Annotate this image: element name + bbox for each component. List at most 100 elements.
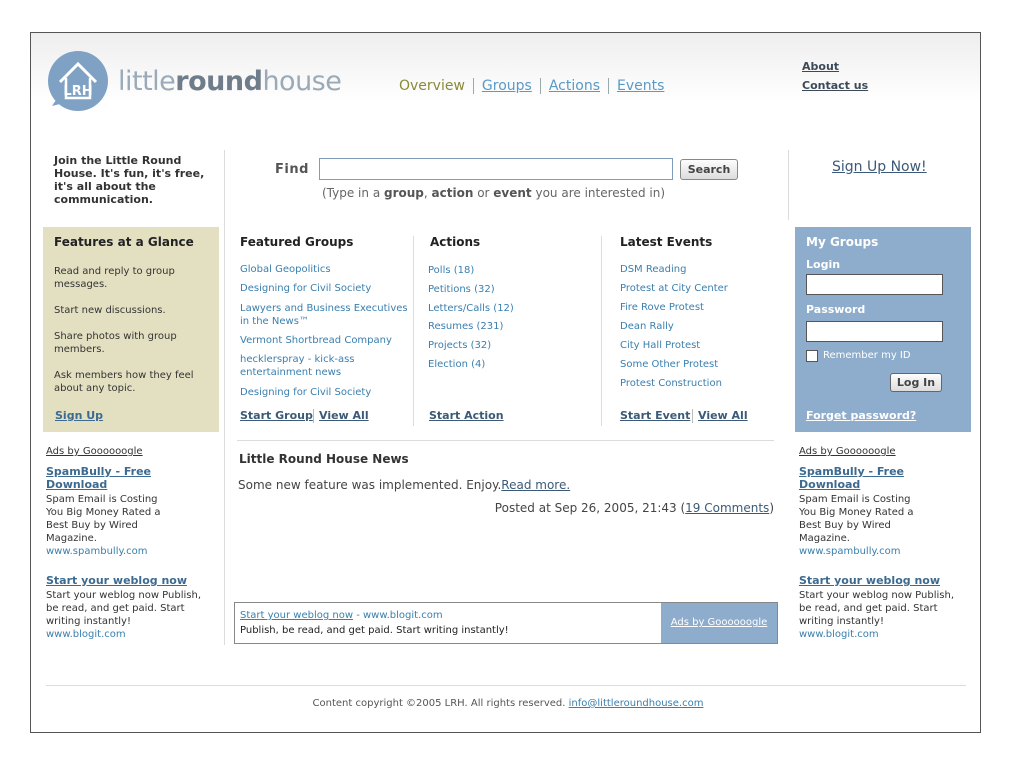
divider <box>237 440 774 441</box>
news-title: Little Round House News <box>239 452 409 466</box>
password-input[interactable] <box>806 321 943 342</box>
start-group-link[interactable]: Start Group <box>240 409 313 422</box>
start-action-link[interactable]: Start Action <box>429 409 504 422</box>
login-input[interactable] <box>806 274 943 295</box>
news-text: Some new feature was implemented. Enjoy. <box>238 478 502 492</box>
col-divider-1 <box>413 236 414 426</box>
ad-text: Spam Email is Costing You Big Money Rate… <box>799 494 914 544</box>
left-side-ads: Ads by Goooooogle SpamBully - Free Downl… <box>46 445 216 641</box>
search-input[interactable] <box>319 158 673 180</box>
nav-actions[interactable]: Actions <box>539 78 608 94</box>
ad-title-link[interactable]: SpamBully - Free Download <box>799 465 919 491</box>
action-link[interactable]: Petitions (32) <box>428 283 495 296</box>
nav-overview[interactable]: Overview <box>399 78 473 94</box>
ad-url-link[interactable]: www.spambully.com <box>46 545 216 558</box>
about-link[interactable]: About <box>802 57 868 76</box>
logo-text-house: house <box>262 66 342 97</box>
view-all-events-link[interactable]: View All <box>698 409 748 422</box>
features-sign-up-link[interactable]: Sign Up <box>55 409 103 422</box>
password-label: Password <box>806 303 866 316</box>
find-label: Find <box>275 162 309 177</box>
event-link[interactable]: Protest Construction <box>620 377 722 390</box>
features-title: Features at a Glance <box>54 235 194 249</box>
ad-url-link[interactable]: www.blogit.com <box>46 628 216 641</box>
logo-icon[interactable]: LRH <box>46 50 110 114</box>
forgot-password-link[interactable]: Forget password? <box>806 409 916 422</box>
contact-email-link[interactable]: info@littleroundhouse.com <box>569 698 704 709</box>
actions-title: Actions <box>430 235 481 249</box>
logo-wordmark[interactable]: littleroundhouse <box>118 66 342 97</box>
my-groups-login-box: My Groups Login Password Remember my ID … <box>795 227 971 432</box>
action-link[interactable]: Election (4) <box>428 358 485 371</box>
feature-item: Share photos with group members. <box>54 331 177 355</box>
news-meta: Posted at Sep 26, 2005, 21:43 (19 Commen… <box>494 501 774 515</box>
ad-url-link[interactable]: www.blogit.com <box>799 628 969 641</box>
action-link[interactable]: Resumes (231) <box>428 320 503 333</box>
right-side-ads: Ads by Goooooogle SpamBully - Free Downl… <box>799 445 969 641</box>
group-link[interactable]: Global Geopolitics <box>240 263 410 276</box>
copyright-text: Content copyright ©2005 LRH. All rights … <box>312 698 569 709</box>
posted-timestamp: Posted at Sep 26, 2005, 21:43 ( <box>494 501 686 515</box>
event-link[interactable]: Dean Rally <box>620 320 674 333</box>
ad-title-link[interactable]: Start your weblog now <box>46 574 216 587</box>
my-groups-title: My Groups <box>806 235 879 249</box>
action-link[interactable]: Projects (32) <box>428 339 491 352</box>
group-link[interactable]: Vermont Shortbread Company <box>240 334 410 347</box>
view-all-groups-link[interactable]: View All <box>319 409 369 422</box>
nav-groups[interactable]: Groups <box>472 78 540 94</box>
sign-up-now-link[interactable]: Sign Up Now! <box>832 159 927 175</box>
footer-divider <box>46 685 966 686</box>
bottom-ad-text: Publish, be read, and get paid. Start wr… <box>240 625 509 636</box>
ads-by-link[interactable]: Ads by Goooooogle <box>46 445 216 458</box>
group-link[interactable]: hecklerspray - kick-ass entertainment ne… <box>240 353 390 379</box>
event-link[interactable]: City Hall Protest <box>620 339 700 352</box>
event-link[interactable]: Protest at City Center <box>620 282 728 295</box>
bottom-ad-title-line: Start your weblog now - www.blogit.com <box>240 610 443 621</box>
footer: Content copyright ©2005 LRH. All rights … <box>0 698 1016 709</box>
ad-text: Start your weblog now Publish, be read, … <box>799 590 955 627</box>
ad-url-link[interactable]: www.spambully.com <box>799 545 969 558</box>
log-in-button[interactable]: Log In <box>890 373 942 392</box>
main-nav: Overview Groups Actions Events <box>399 78 672 94</box>
col-divider-2 <box>601 236 602 426</box>
bottom-ad-banner: Start your weblog now - www.blogit.com P… <box>234 602 778 644</box>
ad-title-link[interactable]: Start your weblog now <box>799 574 969 587</box>
news-body: Some new feature was implemented. Enjoy.… <box>238 478 570 492</box>
group-link[interactable]: Designing for Civil Society <box>240 386 410 399</box>
search-button[interactable]: Search <box>680 159 738 180</box>
separator <box>692 409 693 423</box>
separator <box>313 409 314 423</box>
featured-groups-title: Featured Groups <box>240 235 354 249</box>
bottom-ads-by-link[interactable]: Ads by Goooooogle <box>661 603 777 643</box>
ad-title-link[interactable]: SpamBully - Free Download <box>46 465 166 491</box>
remember-label: Remember my ID <box>823 350 911 361</box>
remember-checkbox[interactable] <box>806 350 818 362</box>
feature-item: Read and reply to group messages. <box>54 266 175 290</box>
join-blurb: Join the Little Round House. It's fun, i… <box>54 154 205 206</box>
feature-item: Start new discussions. <box>54 305 166 316</box>
login-label: Login <box>806 258 841 271</box>
group-link[interactable]: Lawyers and Business Executives in the N… <box>240 302 410 328</box>
logo-text-little: little <box>118 66 176 97</box>
search-hint: (Type in a group, action or event you ar… <box>322 186 666 200</box>
group-link[interactable]: Designing for Civil Society <box>240 282 410 295</box>
event-link[interactable]: Some Other Protest <box>620 358 718 371</box>
action-link[interactable]: Letters/Calls (12) <box>428 302 514 315</box>
event-link[interactable]: Fire Rove Protest <box>620 301 704 314</box>
contact-us-link[interactable]: Contact us <box>802 76 868 95</box>
ad-text: Spam Email is Costing You Big Money Rate… <box>46 494 161 544</box>
bottom-ad-title-link[interactable]: Start your weblog now <box>240 610 353 621</box>
top-links: About Contact us <box>802 57 868 95</box>
read-more-link[interactable]: Read more. <box>501 478 570 492</box>
svg-text:LRH: LRH <box>63 84 92 99</box>
comments-link[interactable]: 19 Comments <box>685 501 769 515</box>
bottom-ad-url[interactable]: - www.blogit.com <box>353 610 442 621</box>
start-event-link[interactable]: Start Event <box>620 409 690 422</box>
ads-by-link[interactable]: Ads by Goooooogle <box>799 445 969 458</box>
event-link[interactable]: DSM Reading <box>620 263 686 276</box>
ad-text: Start your weblog now Publish, be read, … <box>46 590 202 627</box>
feature-item: Ask members how they feel about any topi… <box>54 370 194 394</box>
nav-events[interactable]: Events <box>607 78 672 94</box>
left-divider <box>224 150 225 645</box>
action-link[interactable]: Polls (18) <box>428 264 474 277</box>
